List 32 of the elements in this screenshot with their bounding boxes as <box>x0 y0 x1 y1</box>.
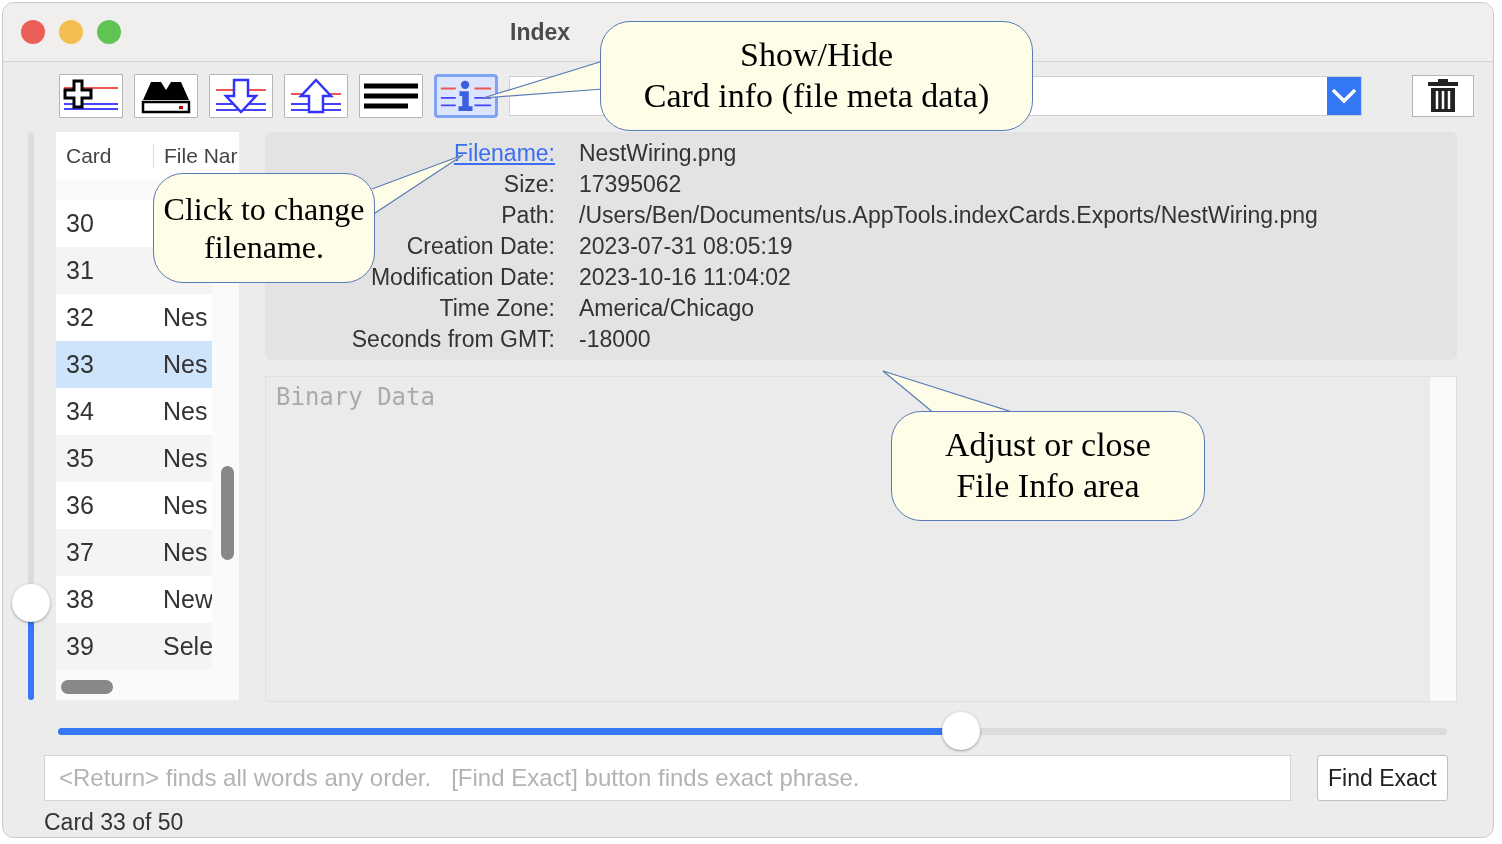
window-title: Index <box>510 19 571 46</box>
info-value: NestWiring.png <box>579 140 738 168</box>
table-cell-text: Nes <box>162 444 209 473</box>
table-cell-text: 38 <box>65 585 95 614</box>
table-cell-text: Nes <box>162 491 209 520</box>
info-value: -18000 <box>579 326 652 354</box>
info-label: Seconds from GMT: <box>351 326 555 354</box>
table-cell-text: Nes <box>162 350 209 379</box>
info-label: Time Zone: <box>439 295 555 323</box>
table-cell-text: 30 <box>65 209 95 238</box>
table-cell-text: 36 <box>65 491 95 520</box>
table-cell-text: 37 <box>65 538 95 567</box>
callout-tooltip: Show/Hide Card info (file meta data) <box>600 21 1033 131</box>
info-value: /Users/Ben/Documents/us.AppTools.indexCards.Exports/NestWiring.png <box>579 202 1319 230</box>
table-cell-text: Nes <box>162 303 209 332</box>
info-label: Path: <box>501 202 555 230</box>
info-value: 2023-10-16 11:04:02 <box>579 264 792 292</box>
info-label: Size: <box>503 171 555 199</box>
table-cell-text: 39 <box>65 632 95 661</box>
table-cell-text: Sele <box>162 632 212 661</box>
info-value: 17395062 <box>579 171 683 199</box>
info-value: 2023-07-31 08:05:19 <box>579 233 794 261</box>
table-cell-text: 35 <box>65 444 95 473</box>
table-cell-text: Nes <box>162 538 209 567</box>
table-cell-text: Nes <box>162 397 209 426</box>
info-value: America/Chicago <box>579 295 756 323</box>
table-cell-text: 33 <box>65 350 95 379</box>
table-cell-text: 31 <box>65 256 95 285</box>
table-cell-text: 34 <box>65 397 95 426</box>
info-label: Creation Date: <box>406 233 555 261</box>
status-text: Card 33 of 50 <box>43 808 185 836</box>
table-cell-text: 32 <box>65 303 95 332</box>
